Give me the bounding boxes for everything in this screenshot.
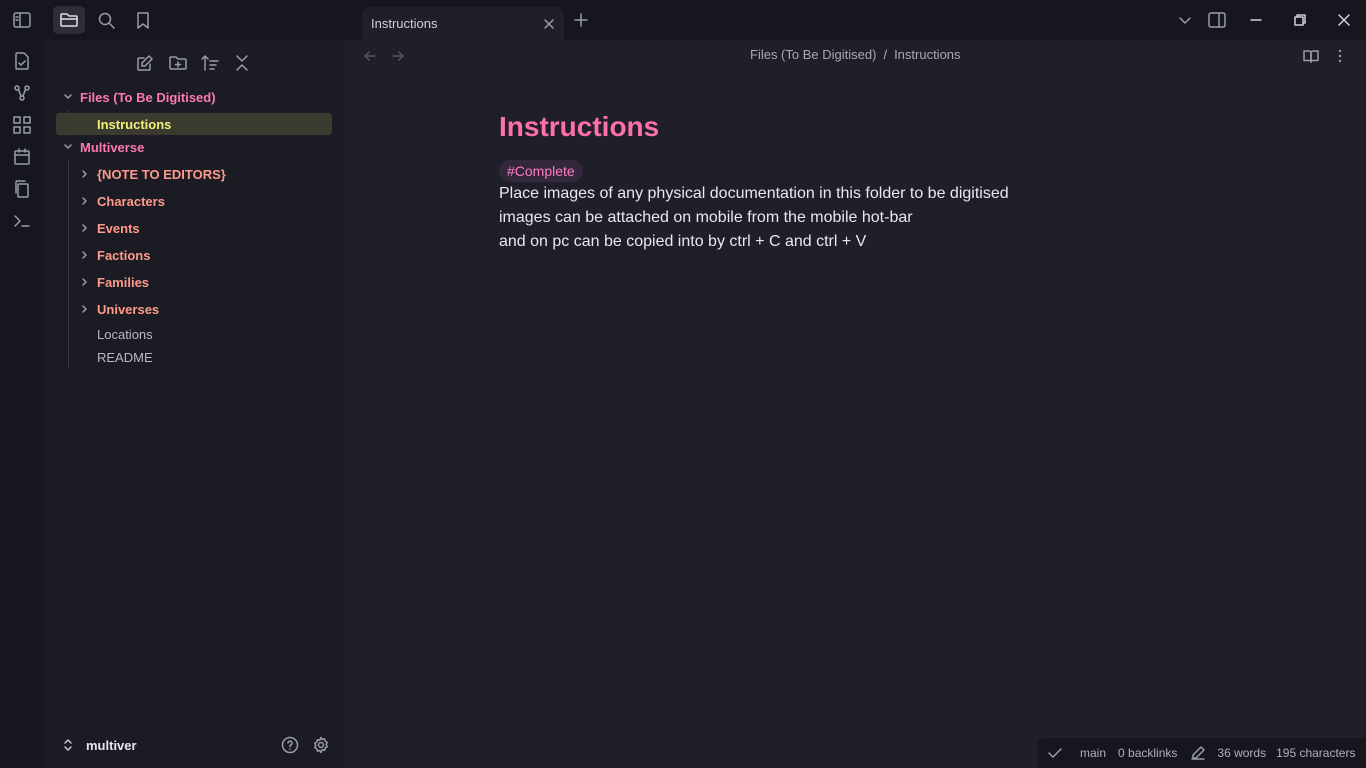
help-icon[interactable] (281, 736, 299, 754)
folder-label: Families (97, 274, 150, 290)
tab-list-chevron-icon[interactable] (1173, 8, 1197, 32)
folder-label: Characters (97, 193, 165, 209)
folder-factions[interactable]: Factions (56, 244, 332, 266)
note-title[interactable]: Instructions (499, 108, 1119, 146)
note-content[interactable]: Instructions #Complete Place images of a… (499, 108, 1119, 254)
file-explorer: Files (To Be Digitised) Instructions Mul… (44, 40, 344, 768)
sync-check-icon[interactable] (1048, 747, 1062, 759)
note-line: and on pc can be copied into by ctrl + C… (499, 233, 867, 250)
chevron-right-icon (77, 274, 93, 290)
chevron-right-icon (77, 193, 93, 209)
folder-label: {NOTE TO EDITORS} (97, 166, 226, 182)
terminal-icon[interactable] (11, 210, 33, 232)
toggle-sidebar-icon[interactable] (11, 9, 33, 31)
word-count: 36 words (1217, 746, 1267, 760)
folder-label: Events (97, 220, 140, 236)
quick-switcher-icon[interactable] (11, 50, 33, 72)
backlinks-count[interactable]: 0 backlinks (1118, 746, 1177, 760)
file-locations[interactable]: Locations (56, 323, 332, 345)
file-instructions[interactable]: Instructions (56, 113, 332, 135)
folder-events[interactable]: Events (56, 217, 332, 239)
folder-note-to-editors[interactable]: {NOTE TO EDITORS} (56, 163, 332, 185)
new-folder-icon[interactable] (166, 51, 190, 75)
tab-bar: Instructions (344, 0, 1366, 40)
chevron-right-icon (77, 247, 93, 263)
search-tab-icon[interactable] (90, 6, 122, 34)
folder-label: Factions (97, 247, 151, 263)
toggle-right-sidebar-icon[interactable] (1205, 8, 1229, 32)
tab-instructions[interactable]: Instructions (362, 7, 564, 40)
reading-view-book-icon[interactable] (1303, 49, 1319, 63)
folder-multiverse[interactable]: Multiverse (56, 136, 332, 158)
back-arrow-icon[interactable] (363, 49, 377, 63)
breadcrumb-file[interactable]: Instructions (894, 47, 960, 62)
more-options-icon[interactable] (1336, 49, 1344, 63)
calendar-icon[interactable] (11, 146, 33, 168)
chevron-right-icon (77, 220, 93, 236)
vault-name: multiver (86, 737, 137, 753)
canvas-icon[interactable] (11, 114, 33, 136)
git-branch[interactable]: main (1080, 746, 1106, 760)
collapse-all-icon[interactable] (230, 51, 254, 75)
chevron-right-icon (77, 301, 93, 317)
sort-icon[interactable] (198, 51, 222, 75)
new-note-icon[interactable] (133, 51, 157, 75)
file-label: Locations (97, 326, 153, 342)
graph-view-icon[interactable] (11, 82, 33, 104)
sidebar-tab-strip (44, 0, 344, 40)
forward-arrow-icon[interactable] (391, 49, 405, 63)
file-readme[interactable]: README (56, 346, 332, 368)
folder-label: Files (To Be Digitised) (80, 89, 216, 105)
close-window-icon[interactable] (1332, 8, 1356, 32)
bookmark-tab-icon[interactable] (127, 6, 159, 34)
folder-universes[interactable]: Universes (56, 298, 332, 320)
folder-label: Multiverse (80, 139, 145, 155)
pencil-edit-icon[interactable] (1191, 746, 1206, 760)
breadcrumb: Files (To Be Digitised) / Instructions (750, 47, 961, 62)
folder-files-to-be-digitised[interactable]: Files (To Be Digitised) (56, 86, 332, 108)
file-label: Instructions (97, 116, 172, 132)
breadcrumb-folder[interactable]: Files (To Be Digitised) (750, 47, 876, 62)
chevron-updown-icon (62, 738, 74, 752)
folder-label: Universes (97, 301, 160, 317)
tag-complete[interactable]: #Complete (499, 160, 583, 182)
copy-files-icon[interactable] (11, 178, 33, 200)
tab-title: Instructions (371, 16, 438, 31)
breadcrumb-separator: / (883, 47, 888, 62)
character-count: 195 characters (1276, 746, 1356, 760)
status-bar: main 0 backlinks 36 words 195 characters (1038, 738, 1366, 768)
chevron-right-icon (77, 166, 93, 182)
settings-gear-icon[interactable] (312, 736, 330, 754)
vault-switcher[interactable]: multiver (56, 734, 332, 756)
restore-icon[interactable] (1288, 8, 1312, 32)
close-tab-icon[interactable] (543, 18, 555, 30)
note-line: Place images of any physical documentati… (499, 185, 1009, 202)
folder-families[interactable]: Families (56, 271, 332, 293)
new-tab-plus-icon[interactable] (569, 8, 593, 32)
left-ribbon (0, 0, 44, 768)
chevron-down-icon (60, 139, 76, 155)
file-label: README (97, 349, 153, 365)
view-header: Files (To Be Digitised) / Instructions (344, 40, 1366, 74)
folder-characters[interactable]: Characters (56, 190, 332, 212)
minimize-icon[interactable] (1244, 8, 1268, 32)
note-line: images can be attached on mobile from th… (499, 209, 913, 226)
chevron-down-icon (60, 89, 76, 105)
files-tab[interactable] (53, 6, 85, 34)
